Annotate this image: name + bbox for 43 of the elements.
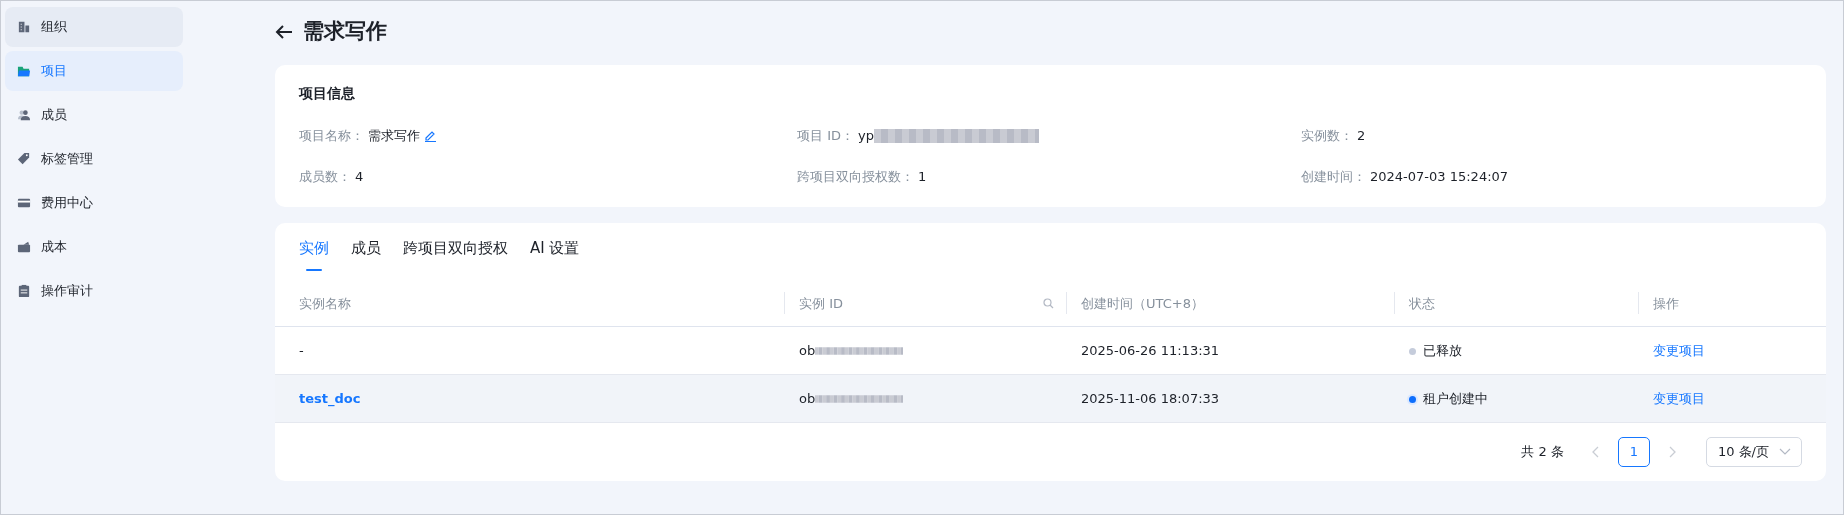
sidebar-item[interactable]: 费用中心 <box>5 183 183 223</box>
sidebar-item[interactable]: 操作审计 <box>5 271 183 311</box>
page-button[interactable]: 1 <box>1617 436 1650 467</box>
status-text: 租户创建中 <box>1423 390 1488 406</box>
field-label: 实例数： <box>1301 126 1353 145</box>
column-header: 实例 ID <box>799 294 843 313</box>
field-label: 成员数： <box>299 168 351 187</box>
table-cell: ob <box>799 342 816 358</box>
tab[interactable]: 成员 <box>351 236 381 273</box>
sidebar-item[interactable]: 项目 <box>5 51 183 91</box>
field-label: 创建时间： <box>1301 168 1366 187</box>
tab[interactable]: 跨项目双向授权 <box>403 236 508 273</box>
sidebar-item[interactable]: 标签管理 <box>5 139 183 179</box>
field-value: 4 <box>355 168 364 187</box>
column-header: 实例名称 <box>299 294 351 313</box>
table-cell: 2025-06-26 11:13:31 <box>1081 342 1220 358</box>
instance-link[interactable]: test_doc <box>299 390 361 406</box>
field-value: 2 <box>1357 126 1366 145</box>
sidebar-item[interactable]: 成员 <box>5 95 183 135</box>
column-header: 状态 <box>1409 294 1435 313</box>
card-title: 项目信息 <box>299 85 356 102</box>
field-value: 需求写作 <box>368 126 420 145</box>
page-title: 需求写作 <box>303 19 387 45</box>
tab[interactable]: AI 设置 <box>530 236 580 273</box>
table-cell: - <box>299 342 304 358</box>
field-label: 跨项目双向授权数： <box>797 168 914 187</box>
action-link[interactable]: 变更项目 <box>1653 342 1705 358</box>
field-value: 2024-07-03 15:24:07 <box>1370 168 1509 187</box>
sidebar-item[interactable]: 组织 <box>5 7 183 47</box>
column-header: 创建时间（UTC+8） <box>1081 294 1204 313</box>
sidebar-item[interactable]: 成本 <box>5 227 183 267</box>
status-text: 已释放 <box>1423 342 1462 358</box>
table-cell: ob <box>799 390 816 406</box>
field-label: 项目名称： <box>299 126 364 145</box>
tab[interactable]: 实例 <box>299 236 329 273</box>
action-link[interactable]: 变更项目 <box>1653 390 1705 406</box>
total-count: 共 2 条 <box>1521 443 1564 462</box>
field-value: yp <box>858 126 874 145</box>
table-cell: 2025-11-06 18:07:33 <box>1081 390 1220 406</box>
column-header: 操作 <box>1653 294 1679 313</box>
page-size-select[interactable]: 10 条/页 <box>1705 436 1802 467</box>
field-label: 项目 ID： <box>797 126 854 145</box>
field-value: 1 <box>918 168 927 187</box>
